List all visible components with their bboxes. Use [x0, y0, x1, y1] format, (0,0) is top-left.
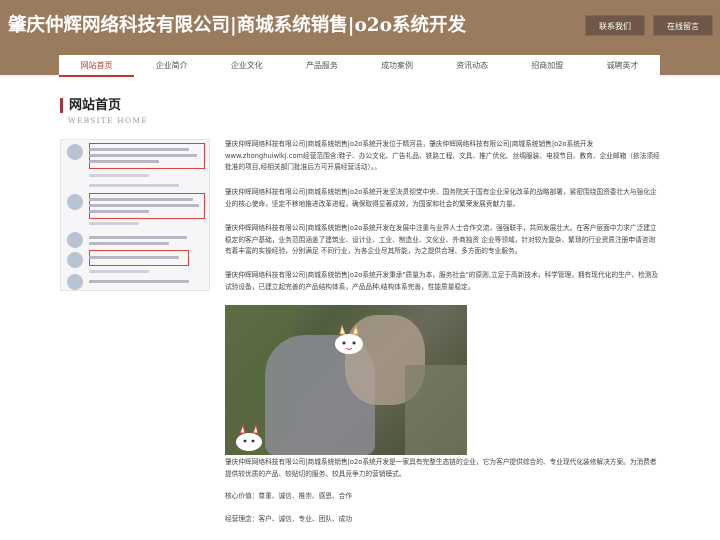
photo-image [225, 305, 467, 455]
online-message-button[interactable]: 在线留言 [653, 15, 713, 36]
section-title: 网站首页 [60, 98, 121, 113]
main-nav: 网站首页 企业简介 企业文化 产品服务 成功案例 资讯动态 招商加盟 诚聘英才 [59, 55, 660, 77]
main-content: 网站首页 WEBSITE HOME 肇庆仲辉网络科技有限公司|商城系统销售|o2… [0, 77, 720, 540]
avatar [67, 274, 83, 290]
chat-screenshot-image [60, 139, 210, 291]
ecosystem-paragraph: 肇庆仲辉网络科技有限公司|商城系统销售|o2o系统开发是一家具有完整生态链的企业… [225, 458, 657, 478]
nav-item-success-cases[interactable]: 成功案例 [360, 55, 435, 77]
reform-paragraph: 肇庆仲辉网络科技有限公司|商城系统销售|o2o系统开发坚决贯彻党中央、国务院关于… [225, 188, 657, 208]
nav-item-company-profile[interactable]: 企业简介 [134, 55, 209, 77]
cartoon-sticker-icon [335, 325, 363, 354]
section-subtitle: WEBSITE HOME [68, 116, 148, 125]
avatar [67, 252, 83, 268]
cartoon-sticker-icon [236, 423, 262, 451]
avatar [67, 232, 83, 248]
nav-item-careers[interactable]: 诚聘英才 [585, 55, 660, 77]
nav-item-news[interactable]: 资讯动态 [435, 55, 510, 77]
nav-item-home[interactable]: 网站首页 [59, 55, 135, 77]
intro-paragraph: 肇庆仲辉网络科技有限公司|商城系统销售|o2o系统开发位于精河县，肇庆仲辉网络科… [225, 140, 660, 172]
site-title[interactable]: 肇庆仲辉网络科技有限公司|商城系统销售|o2o系统开发 [8, 11, 466, 37]
avatar [67, 144, 83, 160]
nav-item-franchise[interactable]: 招商加盟 [510, 55, 585, 77]
core-values-text: 核心价值：尊重、诚信、推崇、感恩、合作 [225, 492, 353, 500]
cooperation-paragraph: 肇庆仲辉网络科技有限公司|商城系统销售|o2o系统开发在发展中注重与业界人士合作… [225, 224, 657, 256]
contact-us-button[interactable]: 联系我们 [585, 15, 645, 36]
quality-paragraph: 肇庆仲辉网络科技有限公司|商城系统销售|o2o系统开发秉承"质量为本，服务社会"… [225, 271, 659, 291]
business-philosophy-text: 经营理念：客户、诚信、专业、团队、成功 [225, 515, 353, 523]
nav-item-products-services[interactable]: 产品服务 [284, 55, 359, 77]
nav-item-corporate-culture[interactable]: 企业文化 [209, 55, 284, 77]
avatar [67, 194, 83, 210]
